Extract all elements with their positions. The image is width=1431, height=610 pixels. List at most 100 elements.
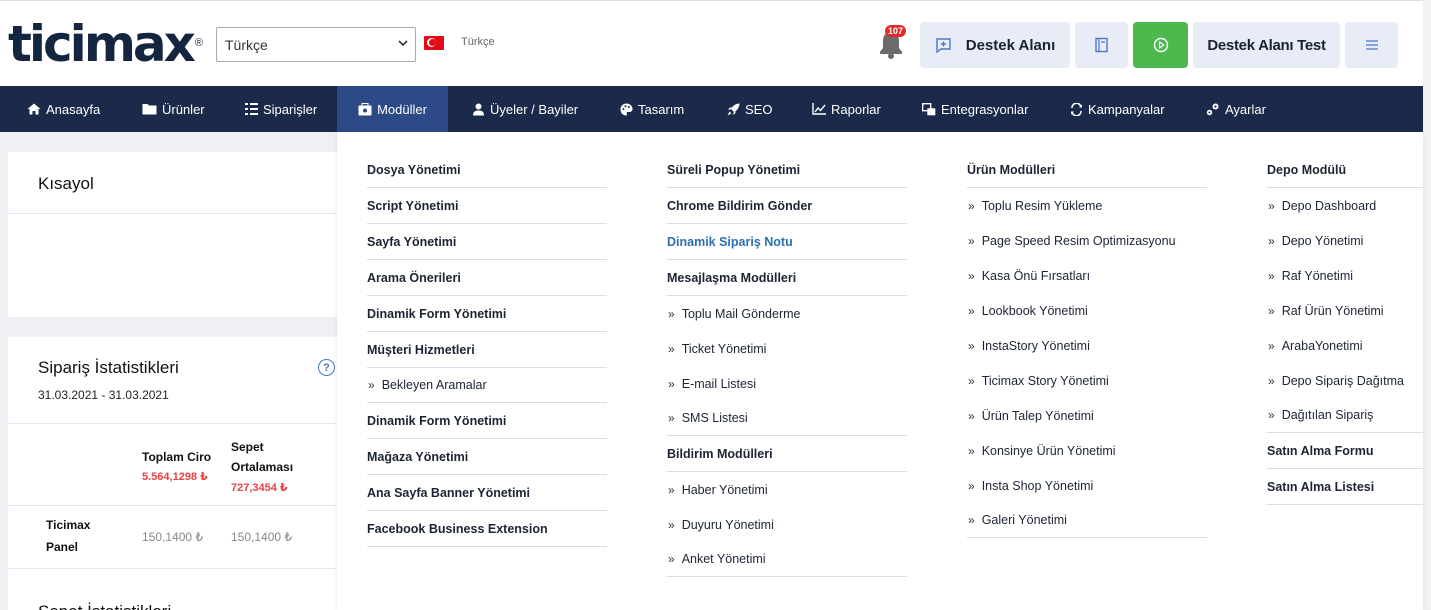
dropdown-item-label: Sayfa Yönetimi: [367, 234, 457, 249]
list-icon: [245, 103, 258, 115]
nav-item-anasayfa[interactable]: Anasayfa: [27, 86, 100, 132]
dropdown-item-label: Facebook Business Extension: [367, 521, 548, 536]
table-cell: 150,1400 ₺: [231, 530, 293, 544]
dropdown-item[interactable]: Arama Önerileri: [367, 260, 607, 296]
dropdown-item-label: SMS Listesi: [681, 411, 748, 425]
dropdown-subitem[interactable]: » Ticket Yönetimi: [667, 331, 907, 366]
nav-item-urunler[interactable]: Ürünler: [142, 86, 205, 132]
dropdown-item[interactable]: Chrome Bildirim Gönder: [667, 188, 907, 224]
double-chevron-right-icon: »: [968, 233, 975, 248]
destek-alani-label: Destek Alanı: [965, 36, 1056, 54]
flag-label: Türkçe: [461, 36, 495, 48]
dropdown-item[interactable]: Müşteri Hizmetleri: [367, 332, 607, 368]
dropdown-subitem[interactable]: » ArabaYonetimi: [1267, 328, 1423, 363]
dropdown-item-label: Lookbook Yönetimi: [981, 303, 1088, 318]
dropdown-item[interactable]: Satın Alma Formu: [1267, 433, 1423, 469]
nav-item-ayarlar[interactable]: Ayarlar: [1206, 86, 1266, 132]
nav-item-moduller[interactable]: Modüller: [337, 86, 448, 132]
dropdown-item[interactable]: Süreli Popup Yönetimi: [667, 152, 907, 188]
dropdown-item-label: Satın Alma Formu: [1267, 443, 1374, 458]
double-chevron-right-icon: »: [968, 478, 975, 493]
dropdown-item[interactable]: Bildirim Modülleri: [667, 436, 907, 472]
nav-label: Ürünler: [162, 101, 205, 117]
dropdown-item-label: Toplu Resim Yükleme: [981, 198, 1103, 213]
dropdown-subitem[interactable]: » Bekleyen Aramalar: [367, 368, 607, 403]
dropdown-item[interactable]: Dinamik Form Yönetimi: [367, 403, 607, 439]
dropdown-item[interactable]: Depo Modülü: [1267, 152, 1423, 188]
nav-label: SEO: [745, 101, 773, 117]
guide-button[interactable]: [1075, 22, 1128, 68]
double-chevron-right-icon: »: [668, 376, 675, 391]
store-name-button[interactable]: Destek Alanı Test: [1193, 22, 1340, 68]
dropdown-subitem[interactable]: » Page Speed Resim Optimizasyonu: [967, 223, 1207, 258]
nav-item-siparisler[interactable]: Siparişler: [245, 86, 317, 132]
dropdown-subitem[interactable]: » E-mail Listesi: [667, 366, 907, 401]
notifications-button[interactable]: 107: [878, 25, 907, 59]
dropdown-subitem[interactable]: » InstaStory Yönetimi: [967, 328, 1207, 363]
language-select[interactable]: Türkçe: [216, 27, 416, 62]
dropdown-subitem[interactable]: » Ticimax Story Yönetimi: [967, 363, 1207, 398]
nav-item-tasarim[interactable]: Tasarım: [620, 86, 684, 132]
dropdown-item[interactable]: Dinamik Sipariş Notu: [667, 224, 907, 260]
scrollbar-track[interactable]: [1423, 0, 1431, 610]
dropdown-item[interactable]: Ürün Modülleri: [967, 152, 1207, 188]
dropdown-subitem[interactable]: » Toplu Mail Gönderme: [667, 296, 907, 331]
dropdown-item[interactable]: Script Yönetimi: [367, 188, 607, 224]
dropdown-subitem[interactable]: » Depo Yönetimi: [1267, 223, 1423, 258]
sync-icon: [1071, 102, 1082, 116]
dropdown-subitem[interactable]: » Dağıtılan Sipariş: [1267, 398, 1423, 433]
nav-item-uyeler-bayiler[interactable]: Üyeler / Bayiler: [472, 86, 578, 132]
double-chevron-right-icon: »: [1268, 408, 1275, 422]
nav-label: Üyeler / Bayiler: [490, 101, 579, 117]
play-button[interactable]: [1133, 22, 1188, 68]
shortcut-title: Kısayol: [38, 174, 94, 193]
hamburger-menu-button[interactable]: [1345, 22, 1398, 68]
top-header: ticimax ® Türkçe Türkçe 107 Destek Alanı: [0, 0, 1423, 86]
dropdown-subitem[interactable]: » Lookbook Yönetimi: [967, 293, 1207, 328]
divider: [8, 423, 338, 424]
nav-label: Raporlar: [831, 101, 881, 117]
dropdown-subitem[interactable]: » Haber Yönetimi: [667, 472, 907, 507]
double-chevron-right-icon: »: [1268, 233, 1275, 248]
modules-dropdown-menu: Dosya Yönetimi Script Yönetimi Sayfa Yönet…: [337, 132, 1423, 610]
dropdown-item[interactable]: Dinamik Form Yönetimi: [367, 296, 607, 332]
dropdown-item[interactable]: Dosya Yönetimi: [367, 152, 607, 188]
dropdown-item-label: Mesajlaşma Modülleri: [667, 270, 797, 285]
ticimax-logo[interactable]: ticimax ®: [8, 19, 203, 69]
dropdown-subitem[interactable]: » Insta Shop Yönetimi: [967, 468, 1207, 503]
dropdown-item-label: Kasa Önü Fırsatları: [981, 268, 1091, 283]
dropdown-item[interactable]: Sayfa Yönetimi: [367, 224, 607, 260]
dropdown-subitem[interactable]: » Anket Yönetimi: [667, 542, 907, 577]
nav-item-kampanyalar[interactable]: Kampanyalar: [1070, 86, 1165, 132]
dropdown-item-label: Konsinye Ürün Yönetimi: [981, 443, 1116, 458]
nav-item-raporlar[interactable]: Raporlar: [812, 86, 881, 132]
dropdown-subitem[interactable]: » Galeri Yönetimi: [967, 503, 1207, 538]
dropdown-item-label: Mağaza Yönetimi: [367, 449, 469, 464]
dropdown-subitem[interactable]: » Kasa Önü Fırsatları: [967, 258, 1207, 293]
dropdown-item[interactable]: Mağaza Yönetimi: [367, 439, 607, 475]
dropdown-item-label: Süreli Popup Yönetimi: [667, 162, 801, 177]
dropdown-subitem[interactable]: » Depo Dashboard: [1267, 188, 1423, 223]
dropdown-item-label: Bildirim Modülleri: [667, 446, 773, 461]
nav-item-entegrasyonlar[interactable]: Entegrasyonlar: [922, 86, 1028, 132]
dropdown-subitem[interactable]: » Toplu Resim Yükleme: [967, 188, 1207, 223]
dropdown-item-label: Ticimax Story Yönetimi: [981, 373, 1109, 388]
dropdown-subitem[interactable]: » Ürün Talep Yönetimi: [967, 398, 1207, 433]
double-chevron-right-icon: »: [1268, 268, 1275, 283]
double-chevron-right-icon: »: [668, 517, 675, 532]
dropdown-item[interactable]: Facebook Business Extension: [367, 511, 607, 547]
dropdown-subitem[interactable]: » Konsinye Ürün Yönetimi: [967, 433, 1207, 468]
dropdown-item[interactable]: Satın Alma Listesi: [1267, 469, 1423, 505]
dropdown-item[interactable]: Ana Sayfa Banner Yönetimi: [367, 475, 607, 511]
dropdown-item-label: Ticket Yönetimi: [681, 341, 767, 356]
dropdown-subitem[interactable]: » SMS Listesi: [667, 401, 907, 436]
dropdown-subitem[interactable]: » Raf Yönetimi: [1267, 258, 1423, 293]
destek-alani-button[interactable]: Destek Alanı: [920, 22, 1070, 68]
help-icon[interactable]: ?: [318, 359, 335, 376]
dropdown-item[interactable]: Mesajlaşma Modülleri: [667, 260, 907, 296]
nav-item-seo[interactable]: SEO: [727, 86, 772, 132]
dropdown-subitem[interactable]: » Depo Sipariş Dağıtma: [1267, 363, 1423, 398]
play-circle-icon: [1153, 37, 1168, 53]
dropdown-subitem[interactable]: » Duyuru Yönetimi: [667, 507, 907, 542]
dropdown-subitem[interactable]: » Raf Ürün Yönetimi: [1267, 293, 1423, 328]
